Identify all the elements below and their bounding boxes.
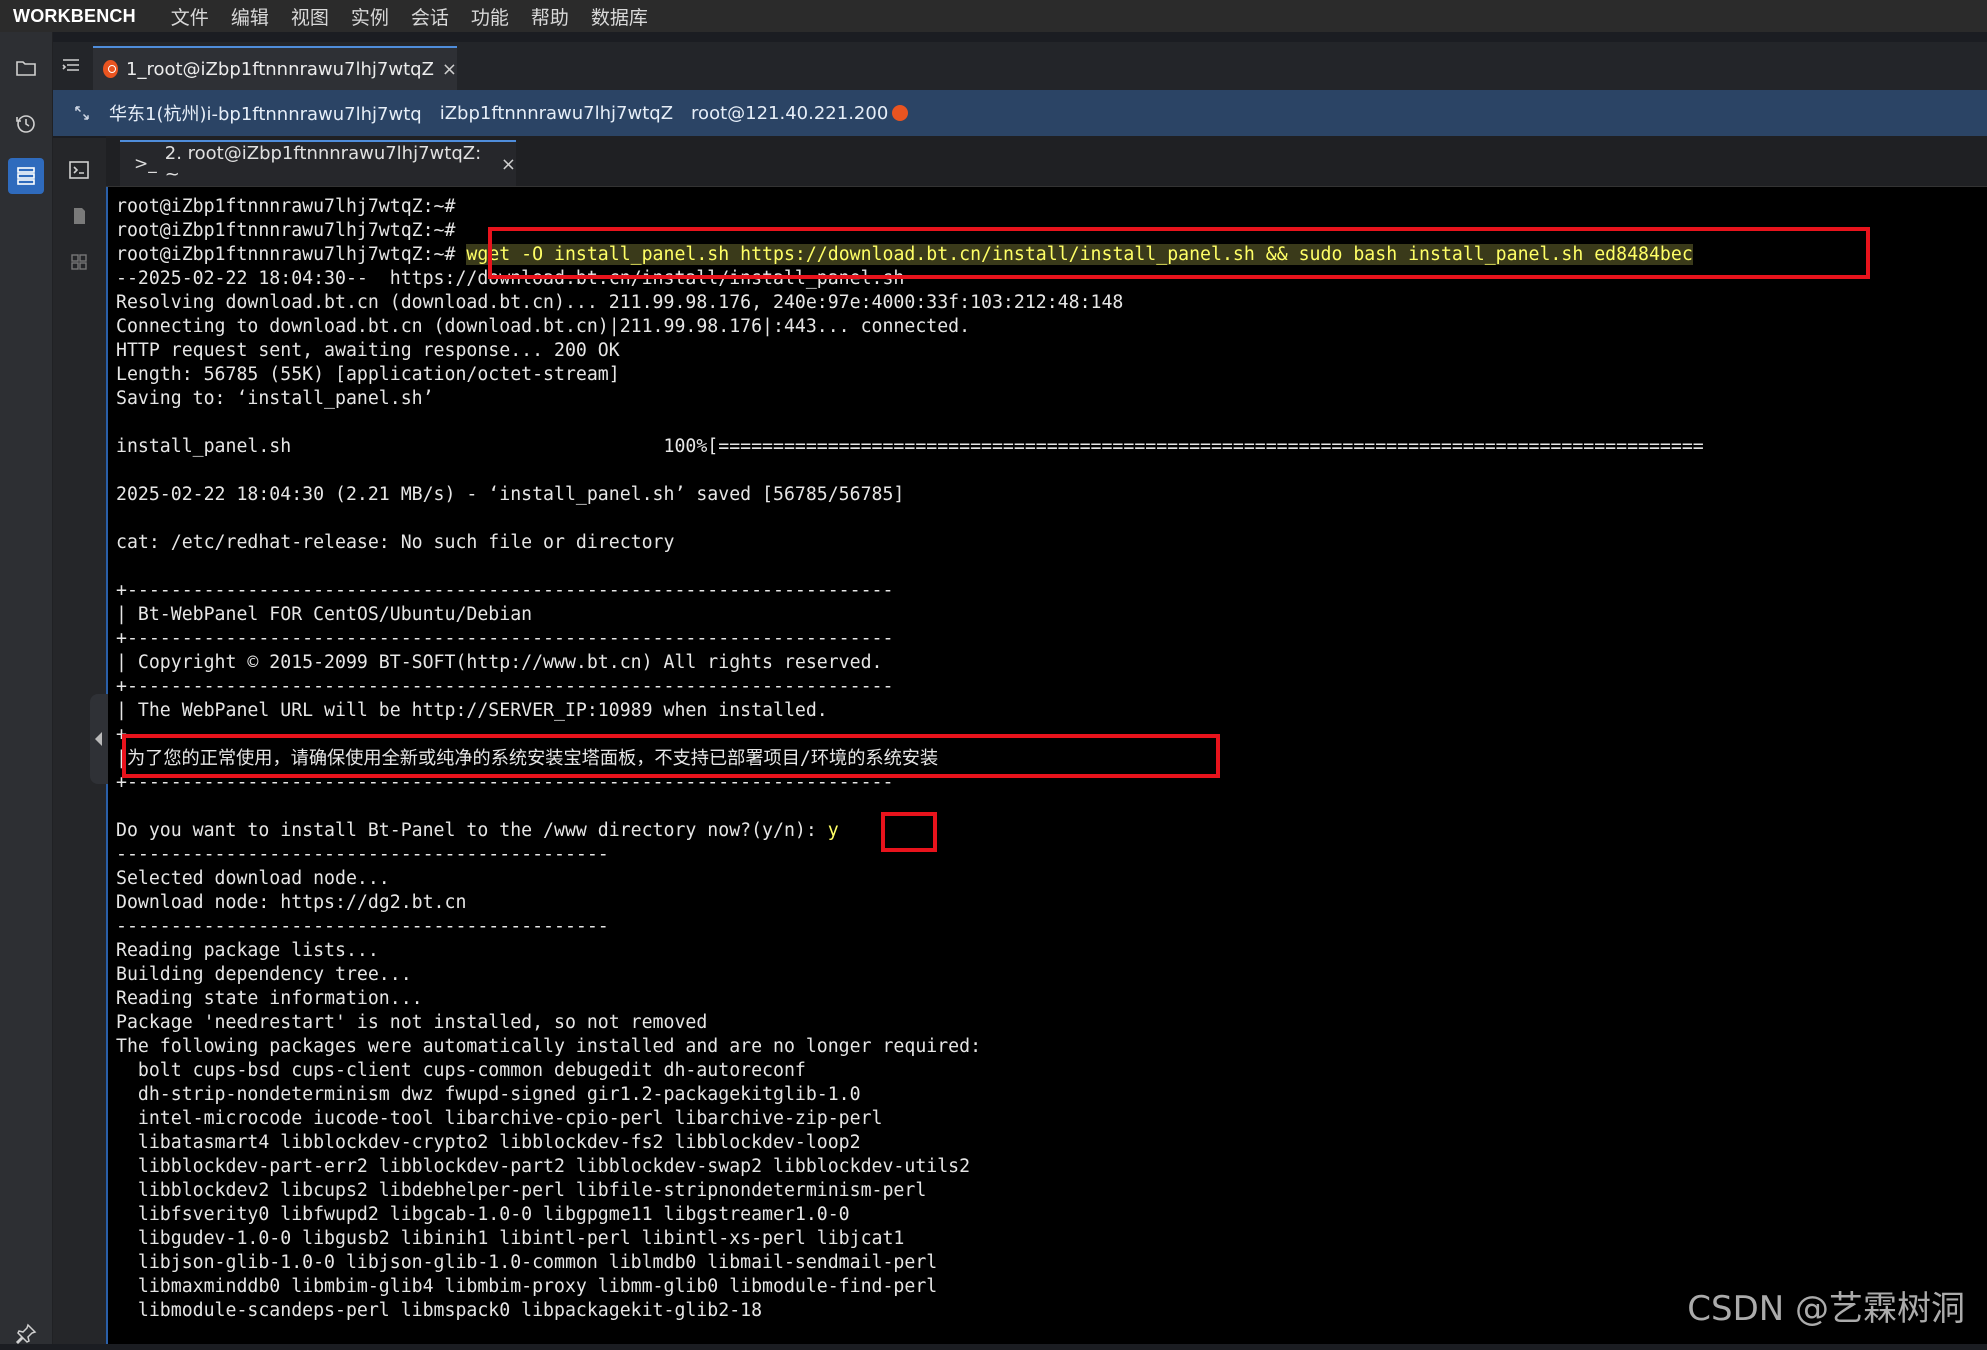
terminal-line: 2025-02-22 18:04:30 (2.21 MB/s) - ‘insta…	[116, 484, 905, 505]
terminal-tab-title: 2. root@iZbp1ftnnnrawu7lhj7wtqZ: ~	[164, 143, 482, 185]
file-icon[interactable]	[67, 204, 91, 228]
terminal-line: libblockdev-part-err2 libblockdev-part2 …	[116, 1156, 971, 1177]
terminal-line: libatasmart4 libblockdev-crypto2 libbloc…	[116, 1132, 861, 1153]
menu-database[interactable]: 数据库	[591, 3, 648, 30]
menu-features[interactable]: 功能	[471, 3, 509, 30]
terminal-line: Package 'needrestart' is not installed, …	[116, 1012, 708, 1033]
answer-highlight-box	[881, 812, 937, 852]
terminal-line: Reading package lists...	[116, 940, 379, 961]
folder-icon[interactable]	[14, 56, 38, 80]
terminal-tab-bar: >_ 2. root@iZbp1ftnnnrawu7lhj7wtqZ: ~ ×	[106, 136, 1987, 187]
left-sidebar	[0, 32, 53, 1346]
install-question: Do you want to install Bt-Panel to the /…	[116, 820, 828, 841]
instance-info-bar: 华东1(杭州)i-bp1ftnnnrawu7lhj7wtq iZbp1ftnnn…	[53, 90, 1987, 136]
close-icon[interactable]: ×	[501, 154, 516, 175]
close-icon[interactable]: ×	[442, 59, 457, 80]
menu-instance[interactable]: 实例	[351, 3, 389, 30]
terminal-line: The following packages were automaticall…	[116, 1036, 982, 1057]
terminal-line: HTTP request sent, awaiting response... …	[116, 340, 620, 361]
ubuntu-icon	[892, 105, 909, 121]
terminal-line: +---------------------------------------…	[116, 628, 894, 649]
terminal-line: ----------------------------------------…	[116, 916, 609, 937]
terminal-line: libjson-glib-1.0-0 libjson-glib-1.0-comm…	[116, 1252, 938, 1273]
menu-file[interactable]: 文件	[171, 3, 209, 30]
terminal-line: dh-strip-nondeterminism dwz fwupd-signed…	[116, 1084, 861, 1105]
expand-icon[interactable]	[73, 104, 91, 122]
collapse-handle[interactable]	[90, 694, 108, 784]
terminal-line: libfsverity0 libfwupd2 libgcab-1.0-0 lib…	[116, 1204, 850, 1225]
menu-view[interactable]: 视图	[291, 3, 329, 30]
menu-bar: WORKBENCH 文件 编辑 视图 实例 会话 功能 帮助 数据库	[0, 0, 1987, 32]
pin-icon[interactable]	[14, 1322, 38, 1346]
terminal-line: root@iZbp1ftnnnrawu7lhj7wtqZ:~#	[116, 196, 456, 217]
terminal-line: bolt cups-bsd cups-client cups-common de…	[116, 1060, 806, 1081]
app-brand: WORKBENCH	[13, 5, 136, 26]
session-tab-title: 1_root@iZbp1ftnnnrawu7lhj7wtqZ	[126, 58, 434, 80]
menu-edit[interactable]: 编辑	[231, 3, 269, 30]
instance-login: root@121.40.221.200	[691, 102, 889, 124]
terminal-tab[interactable]: >_ 2. root@iZbp1ftnnnrawu7lhj7wtqZ: ~ ×	[120, 140, 516, 186]
terminal-line: Download node: https://dg2.bt.cn	[116, 892, 467, 913]
terminal-line: Reading state information...	[116, 988, 423, 1009]
warning-highlight-box	[122, 734, 1220, 778]
instance-region: 华东1(杭州)i-bp1ftnnnrawu7lhj7wtq	[109, 104, 422, 125]
terminal-line: install_panel.sh 100%[==================…	[116, 436, 1704, 457]
install-answer: y	[827, 820, 839, 841]
terminal-line: Saving to: ‘install_panel.sh’	[116, 388, 434, 409]
command-highlight-box	[488, 227, 1870, 279]
terminal-line: Resolving download.bt.cn (download.bt.cn…	[116, 292, 1124, 313]
apps-icon[interactable]	[67, 250, 91, 274]
terminal-line: | Bt-WebPanel FOR CentOS/Ubuntu/Debian	[116, 604, 533, 625]
session-tab[interactable]: 1_root@iZbp1ftnnnrawu7lhj7wtqZ ×	[93, 46, 457, 90]
terminal-line: libblockdev2 libcups2 libdebhelper-perl …	[116, 1180, 927, 1201]
session-tab-bar: 1_root@iZbp1ftnnnrawu7lhj7wtqZ ×	[53, 42, 1987, 90]
ubuntu-icon	[103, 60, 119, 78]
shell-prompt: root@iZbp1ftnnnrawu7lhj7wtqZ:~#	[116, 244, 456, 265]
terminal-line: libmodule-scandeps-perl libmspack0 libpa…	[116, 1300, 763, 1321]
terminal-line: Length: 56785 (55K) [application/octet-s…	[116, 364, 620, 385]
terminal-line: | The WebPanel URL will be http://SERVER…	[116, 700, 828, 721]
menu-list-icon[interactable]	[59, 54, 83, 78]
menu-session[interactable]: 会话	[411, 3, 449, 30]
terminal-line: +---------------------------------------…	[116, 676, 894, 697]
terminal-line: libmaxminddb0 libmbim-glib4 libmbim-prox…	[116, 1276, 938, 1297]
terminal-line: Building dependency tree...	[116, 964, 412, 985]
terminal-line: | Copyright © 2015-2099 BT-SOFT(http://w…	[116, 652, 883, 673]
terminal-line: Selected download node...	[116, 868, 390, 889]
menu-help[interactable]: 帮助	[531, 3, 569, 30]
terminal-line: cat: /etc/redhat-release: No such file o…	[116, 532, 675, 553]
terminal-icon[interactable]	[67, 158, 91, 182]
terminal-line: +---------------------------------------…	[116, 580, 894, 601]
terminal-prompt-icon: >_	[134, 154, 157, 174]
server-list-icon[interactable]	[8, 158, 44, 194]
history-icon[interactable]	[14, 112, 38, 136]
terminal-line: Connecting to download.bt.cn (download.b…	[116, 316, 971, 337]
terminal-line: libgudev-1.0-0 libgusb2 libinih1 libintl…	[116, 1228, 905, 1249]
watermark: CSDN @艺霖树洞	[1687, 1289, 1965, 1329]
terminal-line: intel-microcode iucode-tool libarchive-c…	[116, 1108, 883, 1129]
instance-hostname: iZbp1ftnnnrawu7lhj7wtqZ	[439, 102, 674, 124]
